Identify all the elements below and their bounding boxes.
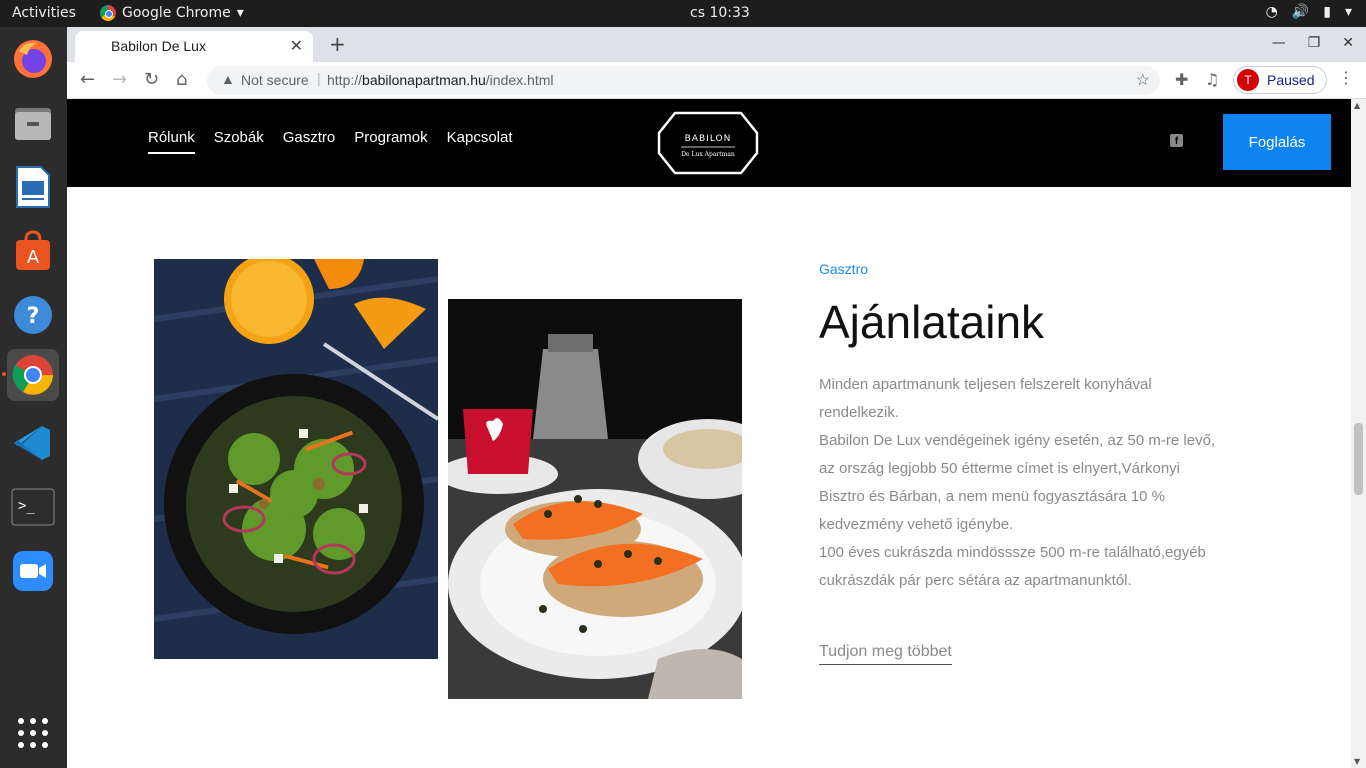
home-button[interactable]: ⌂ [176, 69, 187, 90]
paragraph-line: cukrászdák pár perc sétára az apartmanun… [819, 572, 1132, 589]
svg-text:A: A [27, 247, 40, 268]
site-header: Rólunk Szobák Gasztro Programok Kapcsola… [67, 99, 1351, 187]
avatar: T [1237, 69, 1259, 91]
browser-toolbar: ← → ↻ ⌂ ▲ Not secure | http://babilonapa… [67, 62, 1366, 99]
zoom-icon[interactable] [7, 545, 59, 597]
window-controls: — ❐ ✕ [1272, 35, 1354, 51]
files-icon[interactable] [7, 97, 59, 149]
facebook-icon[interactable]: f [1170, 134, 1183, 147]
paragraph-line: rendelkezik. [819, 404, 900, 421]
divider: | [317, 70, 321, 86]
paragraph-line: az ország legjobb 50 étterme címet is el… [819, 460, 1181, 477]
system-tray[interactable]: ◔ 🔊 ▮ ▾ [1266, 4, 1352, 20]
salmon-toast-photo [448, 299, 742, 699]
nav-item-kapcsolat[interactable]: Kapcsolat [447, 129, 513, 154]
back-button[interactable]: ← [80, 69, 95, 90]
vscode-icon[interactable] [7, 417, 59, 469]
booking-button[interactable]: Foglalás [1223, 114, 1331, 170]
nav-item-programok[interactable]: Programok [354, 129, 427, 154]
wifi-icon: ◔ [1265, 4, 1278, 20]
maximize-button[interactable]: ❐ [1308, 35, 1321, 51]
software-icon[interactable]: A [7, 225, 59, 277]
chrome-icon[interactable] [7, 349, 59, 401]
profile-status: Paused [1267, 72, 1315, 88]
writer-icon[interactable] [7, 161, 59, 213]
scrollbar[interactable]: ▲ ▼ [1351, 99, 1366, 768]
chevron-down-icon: ▾ [236, 5, 244, 21]
close-window-button[interactable]: ✕ [1342, 35, 1354, 51]
apps-grid-icon[interactable] [7, 707, 59, 759]
system-top-bar: Activities Google Chrome ▾ cs 10:33 ◔ 🔊 … [0, 0, 1366, 27]
reload-button[interactable]: ↻ [144, 69, 159, 90]
section-paragraph: Minden apartmanunk teljesen felszerelt k… [819, 371, 1259, 595]
clock[interactable]: cs 10:33 [690, 5, 750, 21]
logo-title: BABILON [685, 134, 732, 144]
nav-item-szobak[interactable]: Szobák [214, 129, 264, 154]
paragraph-line: Minden apartmanunk teljesen felszerelt k… [819, 376, 1152, 393]
nav-item-rolunk[interactable]: Rólunk [148, 129, 195, 154]
paragraph-line: kedvezmény vehető igénybe. [819, 516, 1014, 533]
warning-icon[interactable]: ▲ [221, 71, 235, 87]
section-title: Ajánlataink [819, 296, 1045, 348]
volume-icon: 🔊 [1291, 4, 1310, 20]
forward-button[interactable]: → [112, 69, 127, 90]
scroll-down-icon[interactable]: ▼ [1354, 757, 1360, 766]
kebab-menu-icon[interactable]: ⋮ [1338, 68, 1354, 87]
profile-button[interactable]: T Paused [1233, 66, 1327, 94]
chrome-icon [100, 5, 116, 21]
svg-text:>_: >_ [18, 498, 35, 514]
svg-text:?: ? [27, 304, 40, 329]
page-viewport: Rólunk Szobák Gasztro Programok Kapcsola… [67, 99, 1366, 768]
url-text[interactable]: http://babilonapartman.hu/index.html [327, 72, 554, 88]
running-indicator [2, 372, 6, 376]
app-menu[interactable]: Google Chrome ▾ [100, 5, 244, 21]
nav-item-gasztro[interactable]: Gasztro [283, 129, 336, 154]
address-bar[interactable]: ▲ Not secure | http://babilonapartman.hu… [207, 66, 1160, 95]
scroll-thumb[interactable] [1354, 423, 1363, 495]
minimize-button[interactable]: — [1272, 35, 1286, 51]
app-name: Google Chrome [122, 5, 231, 21]
media-controls-icon[interactable]: ♫ [1205, 70, 1219, 89]
extensions-icon[interactable]: ✚ [1175, 70, 1188, 89]
tab-strip: Babilon De Lux ✕ + — ❐ ✕ [67, 27, 1366, 62]
section-kicker[interactable]: Gasztro [819, 261, 868, 277]
main-menu: Rólunk Szobák Gasztro Programok Kapcsola… [148, 129, 513, 154]
close-icon[interactable]: ✕ [290, 36, 303, 55]
salad-photo [154, 259, 438, 659]
learn-more-link[interactable]: Tudjon meg többet [819, 643, 952, 665]
security-label[interactable]: Not secure [241, 72, 309, 88]
paragraph-line: 100 éves cukrászda mindösssze 500 m-re t… [819, 544, 1206, 561]
tab-title: Babilon De Lux [111, 38, 206, 54]
logo-subtitle: De Lux Apartman [681, 151, 735, 158]
site-logo[interactable]: BABILON De Lux Apartman [657, 111, 759, 175]
activities-button[interactable]: Activities [12, 5, 76, 21]
scroll-up-icon[interactable]: ▲ [1354, 101, 1360, 110]
paragraph-line: Babilon De Lux vendégeinek igény esetén,… [819, 432, 1216, 449]
paragraph-line: Bisztro és Bárban, a nem menü fogyasztás… [819, 488, 1166, 505]
chevron-down-icon: ▾ [1344, 4, 1352, 20]
bookmark-star-icon[interactable]: ☆ [1136, 70, 1150, 90]
help-icon[interactable]: ? [7, 289, 59, 341]
new-tab-button[interactable]: + [329, 32, 346, 56]
firefox-icon[interactable] [7, 33, 59, 85]
browser-tab[interactable]: Babilon De Lux ✕ [75, 31, 313, 62]
dock: A ? >_ [0, 27, 67, 768]
battery-icon: ▮ [1323, 4, 1331, 20]
terminal-icon[interactable]: >_ [7, 481, 59, 533]
